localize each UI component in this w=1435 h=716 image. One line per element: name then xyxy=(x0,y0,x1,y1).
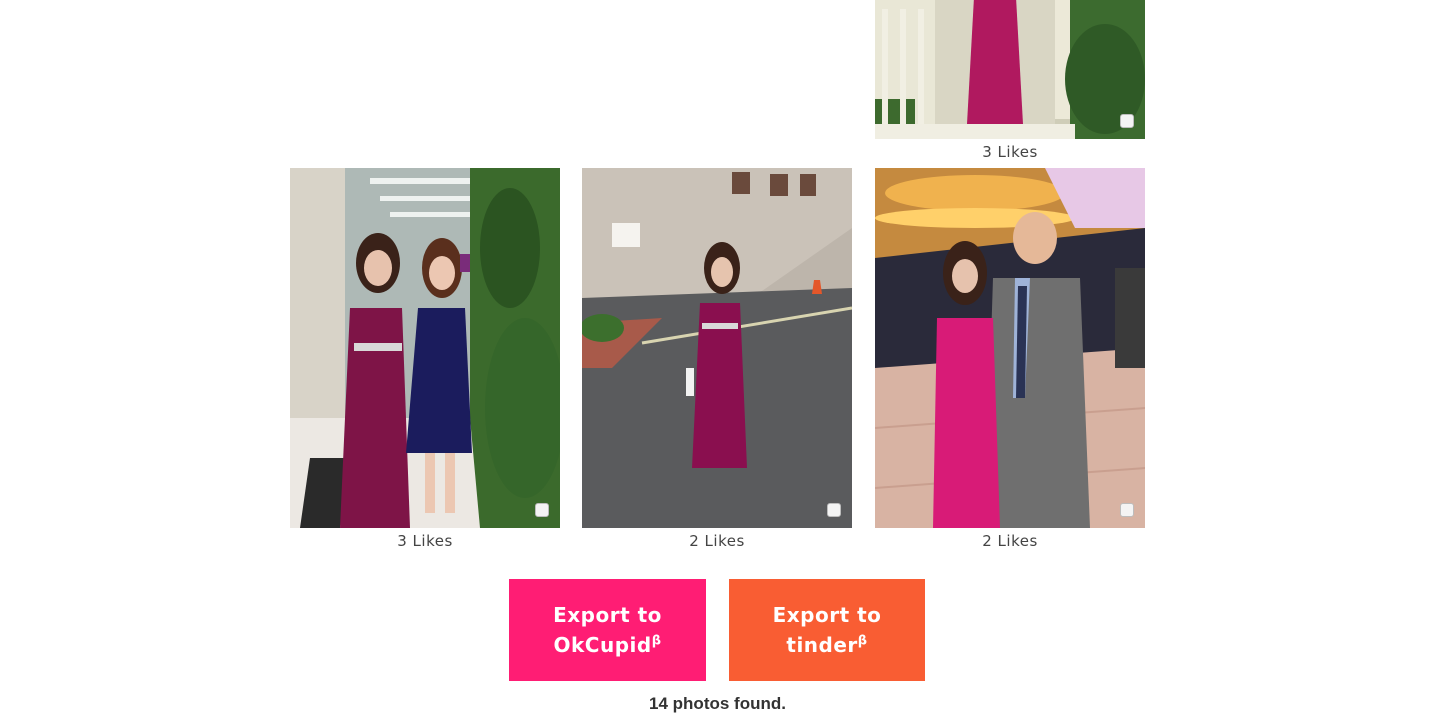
photo-card: 3 Likes xyxy=(875,0,1145,162)
beta-badge: β xyxy=(857,633,868,649)
select-photo-checkbox[interactable] xyxy=(827,503,841,517)
export-okcupid-line2: OkCupid xyxy=(553,633,652,657)
photo-thumbnail[interactable] xyxy=(875,168,1145,528)
select-photo-checkbox[interactable] xyxy=(1120,503,1134,517)
select-photo-checkbox[interactable] xyxy=(1120,114,1134,128)
export-tinder-button[interactable]: Export to tinderβ xyxy=(729,579,925,681)
export-okcupid-line1: Export to xyxy=(553,603,662,627)
photo-card: 3 Likes xyxy=(290,168,560,551)
export-tinder-line1: Export to xyxy=(772,603,882,627)
photo-thumbnail[interactable] xyxy=(290,168,560,528)
select-photo-checkbox[interactable] xyxy=(535,503,549,517)
photo-export-page: 3 Likes 3 Likes 2 Likes 2 Likes Export t… xyxy=(0,0,1435,716)
photo-card: 2 Likes xyxy=(875,168,1145,551)
likes-count: 3 Likes xyxy=(982,143,1038,161)
likes-count: 2 Likes xyxy=(689,532,745,550)
beta-badge: β xyxy=(651,633,662,649)
export-tinder-line2: tinder xyxy=(786,633,858,657)
photo-thumbnail[interactable] xyxy=(582,168,852,528)
photos-found-status: 14 photos found. xyxy=(649,694,786,713)
photo-thumbnail[interactable] xyxy=(875,0,1145,139)
export-okcupid-button[interactable]: Export to OkCupidβ xyxy=(509,579,706,681)
photo-card: 2 Likes xyxy=(582,168,852,551)
likes-count: 2 Likes xyxy=(982,532,1038,550)
likes-count: 3 Likes xyxy=(397,532,453,550)
